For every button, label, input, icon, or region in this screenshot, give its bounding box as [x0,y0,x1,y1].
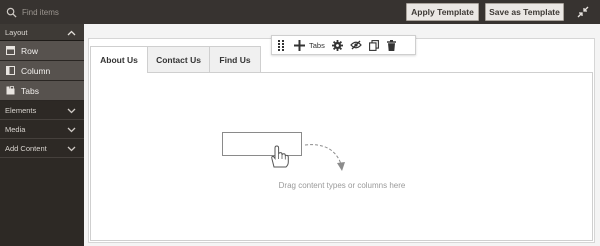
sidebar-item-row[interactable]: Row [0,41,84,61]
sidebar-item-label: Row [21,45,39,56]
drag-handle-icon[interactable] [272,36,290,54]
chevron-down-icon [67,146,76,152]
top-bar: Apply Template Save as Template [0,0,600,24]
sidebar-item-label: Column [21,65,51,76]
hide-icon[interactable] [347,36,365,54]
drag-hand-icon [271,145,289,168]
search-box[interactable] [6,5,92,19]
content-toolbar: Tabs [271,35,416,55]
sidebar-section-elements[interactable]: Elements [0,101,84,120]
delete-icon[interactable] [383,36,401,54]
toolbar-label: Tabs [309,40,325,50]
sidebar-section-media[interactable]: Media [0,120,84,139]
collapse-fullscreen-icon[interactable] [577,6,589,18]
sidebar-section-add-content[interactable]: Add Content [0,139,84,158]
sidebar-section-label: Layout [5,27,28,37]
tab-contact-us[interactable]: Contact Us [147,46,210,72]
chevron-down-icon [67,108,76,114]
empty-state-text: Drag content types or columns here [278,181,406,190]
tab-about-us[interactable]: About Us [90,46,148,73]
page-builder: Apply Template Save as Template Layout R… [0,0,600,246]
sidebar-item-tabs[interactable]: Tabs [0,81,84,101]
search-icon [6,7,17,18]
tabs-icon [6,86,15,95]
tabs-header: About Us Contact Us Find Us [90,46,261,73]
settings-icon[interactable] [329,36,347,54]
drop-zone-placeholder [222,132,302,156]
search-input[interactable] [22,7,92,17]
sidebar-item-column[interactable]: Column [0,61,84,81]
column-icon [6,66,15,75]
sidebar-item-label: Tabs [21,85,39,96]
sidebar-section-layout[interactable]: Layout [0,24,84,41]
drag-arrow-icon [304,144,345,171]
chevron-up-icon [67,30,76,36]
row-icon [6,46,15,55]
chevron-down-icon [67,127,76,133]
duplicate-icon[interactable] [365,36,383,54]
sidebar: Layout Row Column Tabs Elements Media Ad… [0,24,84,246]
sidebar-section-label: Add Content [5,143,47,153]
sidebar-section-label: Media [5,124,26,134]
save-as-template-button[interactable]: Save as Template [485,3,564,21]
add-icon[interactable] [290,36,308,54]
tab-find-us[interactable]: Find Us [209,46,261,72]
apply-template-button[interactable]: Apply Template [406,3,479,21]
sidebar-section-label: Elements [5,105,37,115]
